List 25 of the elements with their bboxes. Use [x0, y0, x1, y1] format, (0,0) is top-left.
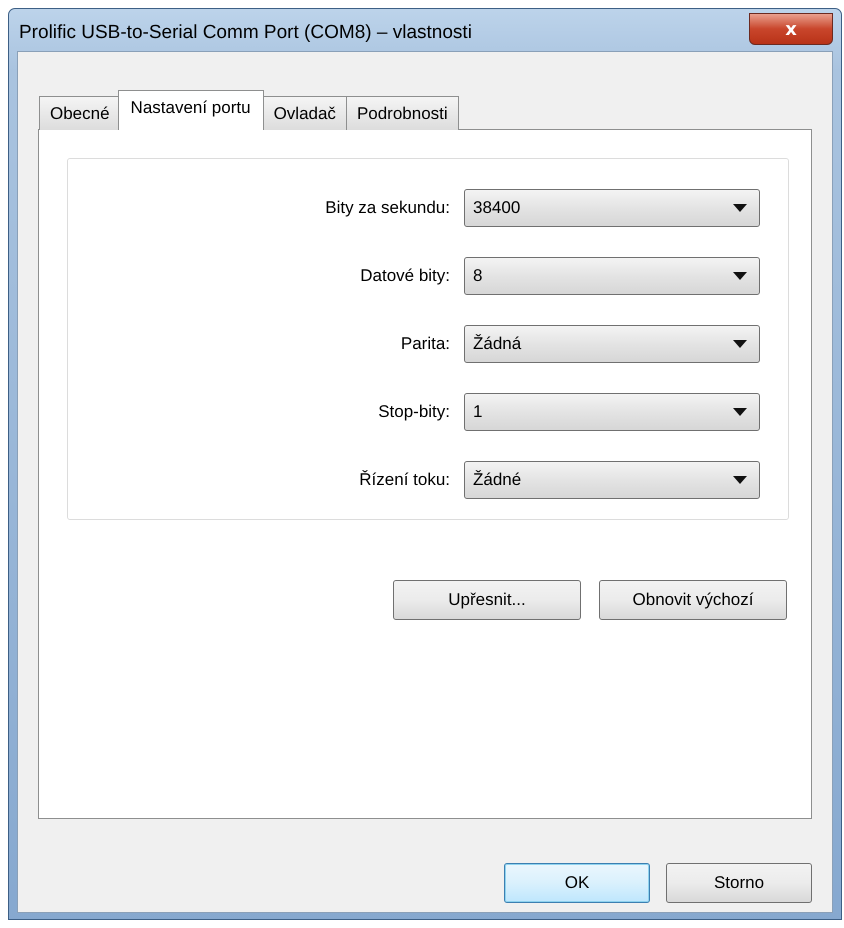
field-label: Datové bity:: [360, 266, 450, 286]
caret-icon: [733, 476, 747, 484]
caret-icon: [733, 340, 747, 348]
window-title: Prolific USB-to-Serial Comm Port (COM8) – vlastnosti: [18, 22, 472, 44]
field-label: Parita:: [400, 334, 450, 354]
push-button[interactable]: Upřesnit...: [393, 580, 581, 620]
tab[interactable]: Ovladač: [262, 96, 347, 130]
caret-icon: [733, 204, 747, 212]
close-button[interactable]: x: [749, 13, 833, 45]
dropdown[interactable]: Žádné: [464, 461, 760, 499]
caret-icon: [733, 272, 747, 280]
dropdown[interactable]: Žádná: [464, 325, 760, 363]
cancel-button[interactable]: Storno: [666, 863, 812, 903]
dropdown[interactable]: 1: [464, 393, 760, 431]
field-label: Bity za sekundu:: [325, 198, 450, 218]
field-label: Stop-bity:: [378, 402, 450, 422]
tab[interactable]: Nastavení portu: [118, 90, 264, 130]
ok-button[interactable]: OK: [504, 863, 650, 903]
field-label: Řízení toku:: [359, 470, 450, 490]
caret-icon: [733, 408, 747, 416]
push-button[interactable]: Obnovit výchozí: [599, 580, 787, 620]
tab[interactable]: Obecné: [39, 96, 121, 130]
dropdown[interactable]: 38400: [464, 189, 760, 227]
tab[interactable]: Podrobnosti: [346, 96, 459, 130]
dropdown[interactable]: 8: [464, 257, 760, 295]
